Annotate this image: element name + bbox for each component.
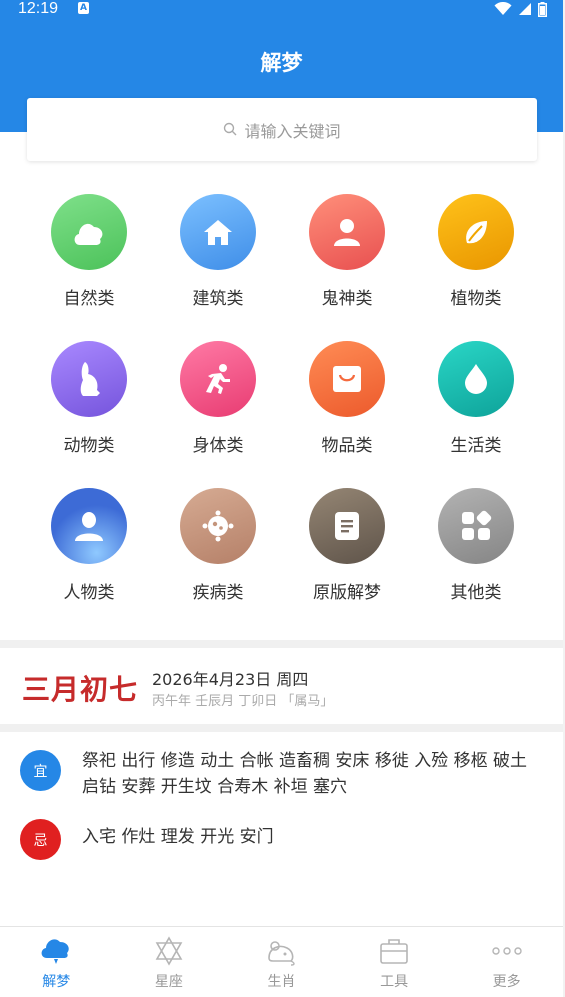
tab-label: 星座 — [154, 974, 183, 990]
search-input[interactable]: 请输入关键词 — [27, 98, 537, 161]
category-label: 动物类 — [63, 436, 115, 456]
section-divider — [0, 640, 563, 648]
more-dots-icon — [490, 935, 524, 967]
document-icon — [309, 488, 385, 564]
star-of-david-icon — [152, 935, 186, 967]
category-items[interactable]: 物品类 — [282, 341, 412, 456]
category-label: 生活类 — [450, 436, 502, 456]
tab-zodiac[interactable]: 生肖 — [225, 927, 338, 997]
solar-date: 2026年4月23日 周四 — [152, 670, 309, 689]
search-placeholder: 请输入关键词 — [244, 121, 341, 141]
almanac-yi: 宜 祭祀 出行 修造 动土 合帐 造畜稠 安床 移徙 入殓 移柩 破土 启钻 安… — [0, 748, 563, 804]
page-title: 解梦 — [260, 51, 303, 75]
cloud-icon — [51, 194, 127, 270]
ji-badge: 忌 — [20, 819, 61, 860]
bottom-tab-bar: 解梦 星座 生肖 工具 更多 — [0, 926, 563, 997]
category-label: 疾病类 — [192, 583, 244, 603]
category-ghosts[interactable]: 鬼神类 — [282, 194, 412, 309]
house-icon — [180, 194, 256, 270]
rabbit-icon — [51, 341, 127, 417]
tab-label: 解梦 — [42, 974, 71, 990]
tab-label: 更多 — [492, 974, 521, 990]
category-original[interactable]: 原版解梦 — [282, 488, 412, 603]
yi-badge: 宜 — [20, 750, 61, 791]
category-label: 人物类 — [63, 583, 115, 603]
status-time: 12:19 — [18, 0, 59, 17]
status-bar: 12:19 A — [0, 0, 563, 20]
category-animals[interactable]: 动物类 — [24, 341, 154, 456]
signal-icon — [519, 3, 531, 15]
category-label: 植物类 — [450, 289, 502, 309]
tab-tools[interactable]: 工具 — [338, 927, 451, 997]
tab-dream[interactable]: 解梦 — [0, 927, 113, 997]
category-people[interactable]: 人物类 — [24, 488, 154, 603]
category-life[interactable]: 生活类 — [411, 341, 541, 456]
category-nature[interactable]: 自然类 — [24, 194, 154, 309]
system-icons — [494, 0, 547, 18]
apps-icon — [438, 488, 514, 564]
category-architecture[interactable]: 建筑类 — [153, 194, 283, 309]
notification-icon: A — [78, 2, 89, 14]
almanac-ji: 忌 入宅 作灶 理发 开光 安门 — [0, 819, 563, 868]
shopping-bag-icon — [309, 341, 385, 417]
person-icon — [309, 194, 385, 270]
almanac-date[interactable]: 三月初七 2026年4月23日 周四 丙午年 壬辰月 丁卯日 「属马」 — [0, 650, 563, 722]
leaf-icon — [438, 194, 514, 270]
app-screen: 12:19 A 解梦 请输入关键词 自然类 建筑类 鬼神类 植物类 动物类 身体… — [0, 0, 563, 997]
category-plants[interactable]: 植物类 — [411, 194, 541, 309]
category-body[interactable]: 身体类 — [153, 341, 283, 456]
yi-text: 祭祀 出行 修造 动土 合帐 造畜稠 安床 移徙 入殓 移柩 破土 启钻 安葬 … — [82, 751, 528, 797]
toolbox-icon — [377, 935, 411, 967]
tab-constellation[interactable]: 星座 — [113, 927, 226, 997]
battery-icon — [538, 1, 547, 17]
virus-icon — [180, 488, 256, 564]
category-label: 建筑类 — [192, 289, 244, 309]
lunar-date: 三月初七 — [22, 673, 139, 706]
tab-more[interactable]: 更多 — [450, 927, 563, 997]
tab-label: 生肖 — [267, 974, 296, 990]
user-icon — [51, 488, 127, 564]
running-person-icon — [180, 341, 256, 417]
category-label: 原版解梦 — [313, 583, 381, 603]
ji-text: 入宅 作灶 理发 开光 安门 — [82, 827, 274, 847]
tab-label: 工具 — [380, 974, 409, 990]
category-others[interactable]: 其他类 — [411, 488, 541, 603]
category-label: 自然类 — [63, 289, 115, 309]
cloud-icon — [39, 935, 73, 967]
section-divider — [0, 724, 563, 732]
water-drop-icon — [438, 341, 514, 417]
category-label: 物品类 — [321, 436, 373, 456]
category-label: 身体类 — [192, 436, 244, 456]
ganzhi-date: 丙午年 壬辰月 丁卯日 「属马」 — [152, 694, 334, 709]
wifi-icon — [494, 2, 512, 15]
category-label: 鬼神类 — [321, 289, 373, 309]
search-icon — [224, 122, 237, 136]
mouse-icon — [264, 935, 298, 967]
category-label: 其他类 — [450, 583, 502, 603]
category-diseases[interactable]: 疾病类 — [153, 488, 283, 603]
